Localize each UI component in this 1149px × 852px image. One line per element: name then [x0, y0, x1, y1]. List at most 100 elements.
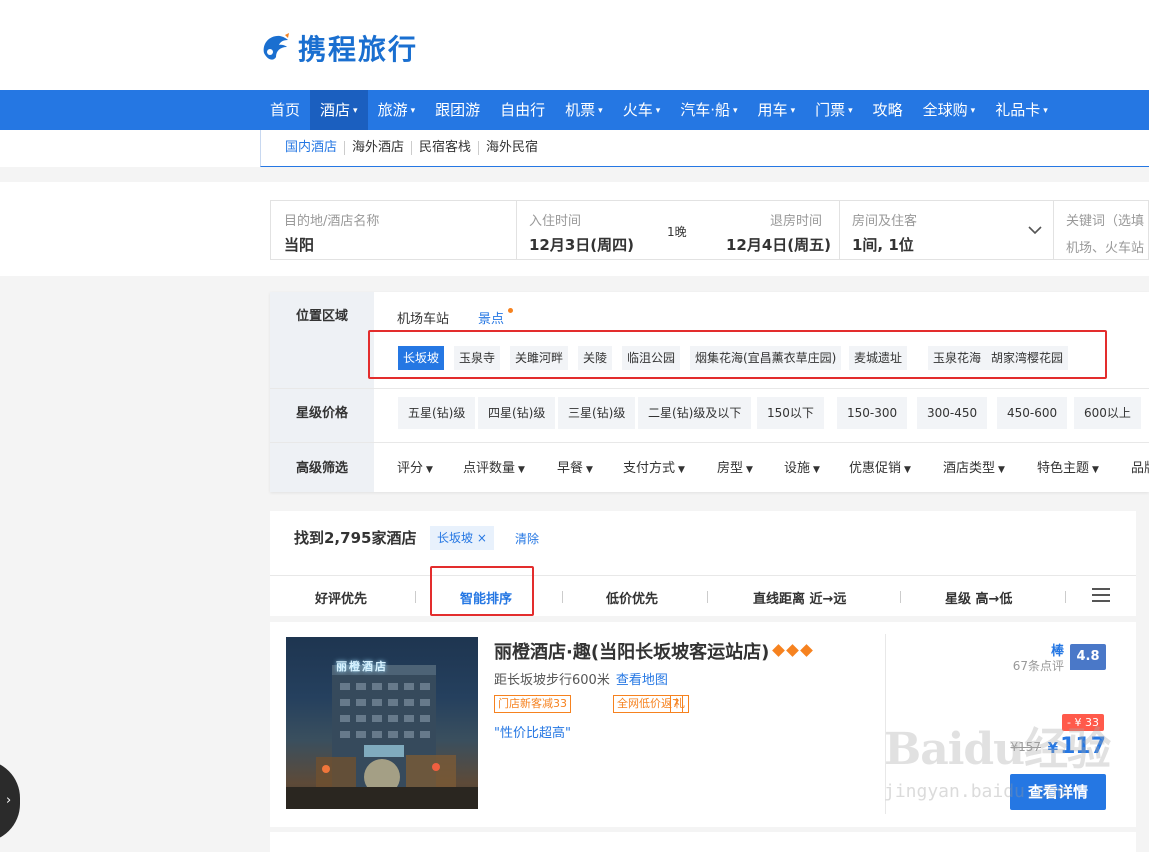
nav-item-12[interactable]: 礼品卡 ▾	[985, 90, 1058, 130]
star-price-chip[interactable]: 三星(钻)级	[558, 397, 636, 429]
review-count[interactable]: 67条点评	[1013, 657, 1064, 674]
advanced-filter-dropdown[interactable]: 点评数量 ▼	[463, 457, 525, 476]
checkin-value[interactable]: 12月3日(周四)	[529, 234, 634, 255]
nav-item-11[interactable]: 全球购 ▾	[913, 90, 986, 130]
attraction-highlight-box	[368, 330, 1107, 379]
star-price-chip[interactable]: 五星(钻)级	[398, 397, 476, 429]
nav-item-6[interactable]: 火车 ▾	[613, 90, 671, 130]
location-filter-label: 位置区域	[270, 292, 374, 388]
advanced-filter-label-text: 早餐	[557, 461, 584, 476]
nav-item-5[interactable]: 机票 ▾	[555, 90, 613, 130]
caret-down-icon: ▾	[410, 106, 416, 116]
sort-star[interactable]: 星级 高→低	[945, 588, 1012, 607]
hotel-name[interactable]: 丽橙酒店·趣(当阳长坂坡客运站店)	[494, 638, 814, 664]
floating-side-button[interactable]: ›	[0, 760, 20, 842]
star-price-chip[interactable]: 四星(钻)级	[478, 397, 556, 429]
star-price-chip[interactable]: 150-300	[837, 397, 908, 429]
nav-item-1[interactable]: 酒店 ▾	[310, 90, 368, 130]
hotel-card[interactable]: 丽橙酒店 丽橙酒店·趣(当阳长坂坡客运站店) 距长坂坡步行600米 查看地图 门店…	[270, 622, 1136, 827]
advanced-filter-dropdown[interactable]: 优惠促销 ▼	[849, 457, 911, 476]
advanced-filter-dropdown[interactable]: 特色主题 ▼	[1037, 457, 1099, 476]
advanced-filter-dropdown[interactable]: 设施 ▼	[784, 457, 820, 476]
hotel-search-box: 目的地/酒店名称 当阳 入住时间 12月3日(周四) 1晚 退房时间 12月4日…	[270, 200, 1149, 260]
advanced-filter-dropdown[interactable]: 评分 ▼	[397, 457, 433, 476]
star-price-chip[interactable]: 600以上	[1074, 397, 1141, 429]
star-price-chip[interactable]: 450-600	[997, 397, 1068, 429]
nav-item-label: 自由行	[500, 101, 546, 119]
destination-value[interactable]: 当阳	[284, 234, 314, 255]
nav-item-label: 全球购	[922, 101, 968, 119]
checkout-label: 退房时间	[770, 214, 823, 229]
sort-bar: 好评优先 智能排序 低价优先 直线距离 近→远 星级 高→低	[270, 575, 1136, 617]
chevron-right-icon: ›	[6, 793, 12, 808]
advanced-filter-dropdown[interactable]: 支付方式 ▼	[623, 457, 685, 476]
rooms-guests-field[interactable]: 房间及住客 1间, 1位	[840, 201, 1054, 259]
date-field[interactable]: 入住时间 12月3日(周四) 1晚 退房时间 12月4日(周五)	[517, 201, 840, 259]
destination-label: 目的地/酒店名称	[284, 214, 380, 229]
tab-attractions[interactable]: 景点	[478, 308, 505, 332]
site-header: 携程旅行	[0, 0, 1149, 90]
tab-attractions-label: 景点	[478, 312, 505, 327]
clear-filters-link[interactable]: 清除	[515, 530, 539, 547]
advanced-filter-label-text: 酒店类型	[943, 461, 996, 476]
caret-down-icon: ▼	[1092, 465, 1099, 475]
nav-item-label: 礼品卡	[995, 101, 1041, 119]
view-details-button[interactable]: 查看详情	[1010, 774, 1106, 810]
nav-item-3[interactable]: 跟团游	[425, 90, 490, 130]
caret-down-icon: ▾	[848, 106, 853, 116]
chevron-down-icon[interactable]	[1028, 225, 1042, 235]
nav-item-label: 汽车·船	[680, 101, 731, 119]
destination-field[interactable]: 目的地/酒店名称 当阳	[271, 201, 517, 259]
caret-down-icon: ▾	[598, 106, 603, 116]
keyword-input[interactable]: 机场、火车站	[1066, 237, 1144, 256]
nav-item-2[interactable]: 旅游 ▾	[368, 90, 426, 130]
results-count: 找到2,795家酒店	[294, 529, 417, 547]
star-price-chip[interactable]: 150以下	[757, 397, 824, 429]
logo-text: 携程旅行	[298, 33, 419, 66]
view-map-link[interactable]: 查看地图	[616, 673, 668, 688]
hotel-photo[interactable]: 丽橙酒店	[286, 637, 478, 809]
sort-distance[interactable]: 直线距离 近→远	[753, 588, 846, 607]
star-price-chip[interactable]: 300-450	[917, 397, 988, 429]
nav-item-4[interactable]: 自由行	[490, 90, 555, 130]
subnav-item-0[interactable]: 国内酒店	[275, 141, 346, 155]
sort-low-price[interactable]: 低价优先	[606, 588, 658, 607]
tab-airport-station[interactable]: 机场车站	[397, 308, 449, 327]
advanced-filter-dropdown[interactable]: 早餐 ▼	[557, 457, 593, 476]
checkin-label: 入住时间	[529, 214, 582, 229]
hotel-sign: 丽橙酒店	[336, 660, 388, 673]
advanced-filter-dropdown[interactable]: 房型 ▼	[717, 457, 753, 476]
subnav-item-3[interactable]: 海外民宿	[479, 141, 545, 155]
sort-separator	[415, 591, 416, 603]
close-icon[interactable]: ×	[477, 531, 487, 545]
dolphin-logo-icon	[263, 33, 289, 60]
caret-down-icon: ▼	[518, 465, 525, 475]
nav-item-8[interactable]: 用车 ▾	[748, 90, 806, 130]
star-price-chip[interactable]: 二星(钻)级及以下	[638, 397, 752, 429]
checkout-value[interactable]: 12月4日(周五)	[726, 234, 831, 255]
advanced-filter-dropdown[interactable]: 品牌	[1131, 457, 1149, 476]
new-dot-icon	[508, 308, 513, 313]
sort-best-rated[interactable]: 好评优先	[315, 588, 367, 607]
subnav-item-2[interactable]: 民宿客栈	[412, 141, 480, 155]
nav-item-9[interactable]: 门票 ▾	[805, 90, 863, 130]
caret-down-icon: ▼	[813, 465, 820, 475]
caret-down-icon: ▼	[426, 465, 433, 475]
sort-highlight-box	[430, 566, 534, 616]
hotel-distance: 距长坂坡步行600米 查看地图	[494, 669, 668, 688]
nav-item-10[interactable]: 攻略	[863, 90, 913, 130]
advanced-filter-dropdown[interactable]: 酒店类型 ▼	[943, 457, 1005, 476]
nav-item-label: 火车	[622, 101, 653, 119]
caret-down-icon: ▾	[733, 106, 738, 116]
distance-text: 距长坂坡步行600米	[494, 673, 610, 688]
ctrip-logo[interactable]: 携程旅行	[258, 30, 418, 66]
active-filter-tag-label: 长坂坡	[437, 531, 474, 545]
nav-item-0[interactable]: 首页	[260, 90, 310, 130]
menu-icon[interactable]	[1092, 588, 1110, 602]
next-hotel-card	[270, 832, 1136, 852]
subnav-item-1[interactable]: 海外酒店	[345, 141, 413, 155]
nav-item-7[interactable]: 汽车·船 ▾	[670, 90, 747, 130]
active-filter-tag[interactable]: 长坂坡 ×	[430, 526, 494, 550]
advanced-filter-row: 高级筛选 评分 ▼ 点评数量 ▼ 早餐 ▼ 支付方式 ▼ 房型 ▼ 设施 ▼ 优惠促销 ▼ 酒店类型 ▼ 特色主…	[270, 443, 1149, 492]
keyword-field[interactable]: 关键词（选填 机场、火车站	[1054, 201, 1149, 259]
